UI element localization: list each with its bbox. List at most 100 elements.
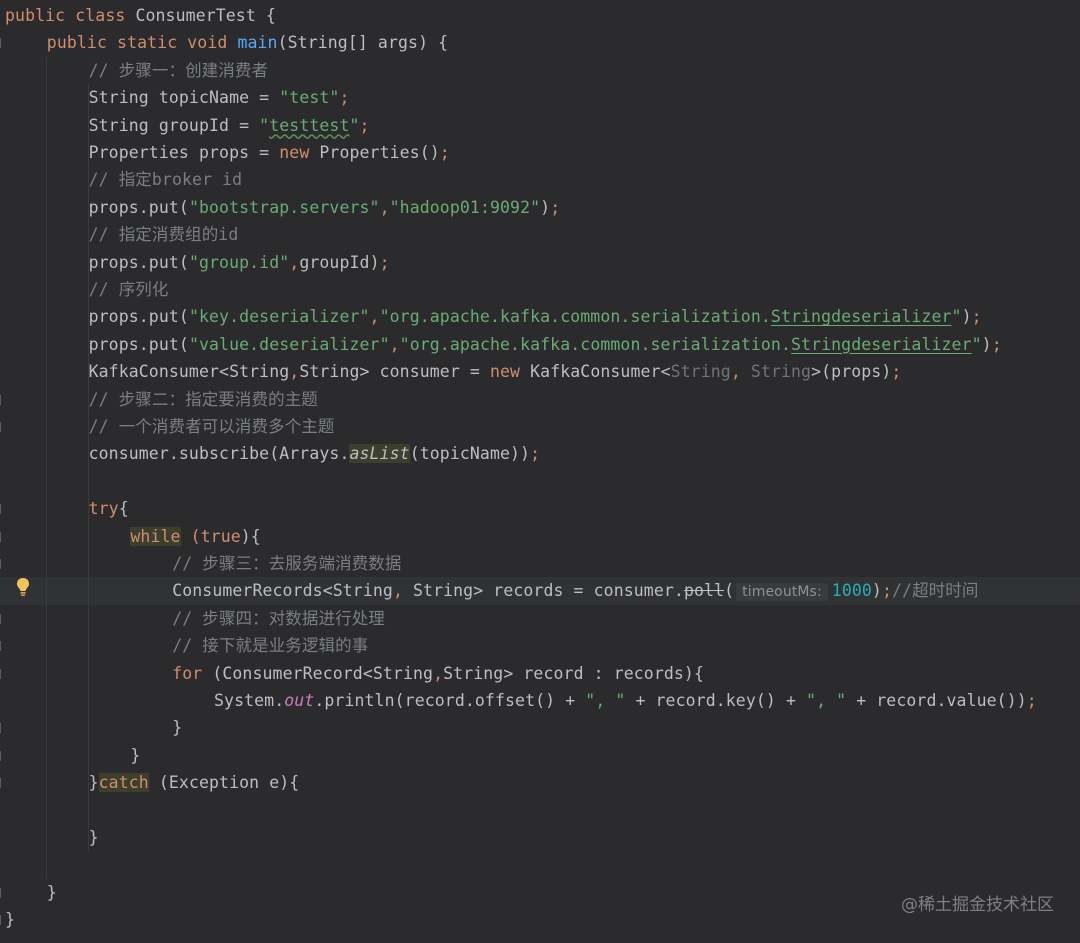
fold-marker[interactable] bbox=[0, 559, 5, 569]
code-line[interactable]: } bbox=[0, 742, 1080, 769]
code-line[interactable]: // 指定消费组的id bbox=[0, 221, 1080, 248]
fold-marker[interactable] bbox=[0, 504, 5, 515]
code-line[interactable]: } bbox=[0, 714, 1080, 741]
code-text: public static void main(String[] args) { bbox=[47, 29, 448, 56]
code-text: // 一个消费者可以消费多个主题 bbox=[89, 413, 335, 440]
code-line[interactable]: // 序列化 bbox=[0, 276, 1080, 303]
code-text: props.put("bootstrap.servers","hadoop01:… bbox=[89, 194, 561, 221]
fold-marker[interactable] bbox=[0, 750, 5, 761]
code-token: (topicName)) bbox=[409, 444, 531, 464]
code-text: // 步骤二：指定要消费的主题 bbox=[89, 386, 318, 413]
code-line[interactable]: // 指定broker id bbox=[0, 166, 1080, 193]
indent-guide bbox=[88, 84, 89, 852]
lightbulb-icon[interactable] bbox=[16, 577, 30, 597]
code-line[interactable]: props.put("key.deserializer","org.apache… bbox=[0, 303, 1080, 330]
code-line[interactable]: // 接下就是业务逻辑的事 bbox=[0, 632, 1080, 659]
watermark: @稀土掘金技术社区 bbox=[901, 895, 1054, 915]
code-line[interactable]: props.put("value.deserializer","org.apac… bbox=[0, 331, 1080, 358]
code-token: ) bbox=[871, 581, 882, 601]
code-line[interactable]: String topicName = "test"; bbox=[0, 84, 1080, 111]
fold-marker[interactable] bbox=[0, 641, 5, 652]
fold-marker[interactable] bbox=[0, 531, 5, 542]
code-token: "key.deserializer" bbox=[188, 307, 370, 327]
fold-marker[interactable] bbox=[0, 38, 5, 49]
code-editor[interactable]: public class ConsumerTest {public static… bbox=[0, 0, 1080, 943]
code-line[interactable]: }catch (Exception e){ bbox=[0, 769, 1080, 796]
code-line[interactable]: props.put("group.id",groupId); bbox=[0, 249, 1080, 276]
fold-marker[interactable] bbox=[0, 613, 5, 624]
code-line[interactable] bbox=[0, 851, 1080, 878]
code-text: // 步骤三：去服务端消费数据 bbox=[172, 550, 401, 577]
code-token: } bbox=[46, 882, 57, 902]
code-token: ConsumerRecords<String bbox=[172, 581, 393, 601]
code-line[interactable]: Properties props = new Properties(); bbox=[0, 139, 1080, 166]
code-text: // 步骤四：对数据进行处理 bbox=[172, 605, 385, 632]
code-token: groupId) bbox=[299, 252, 380, 272]
code-line[interactable]: ConsumerRecords<String, String> records … bbox=[0, 577, 1080, 605]
code-line[interactable] bbox=[0, 468, 1080, 495]
code-line[interactable]: KafkaConsumer<String,String> consumer = … bbox=[0, 358, 1080, 385]
code-token: } bbox=[5, 910, 16, 930]
code-token: String groupId = bbox=[88, 115, 260, 135]
code-text: // 步骤一：创建消费者 bbox=[89, 57, 269, 84]
code-token: "bootstrap.servers" bbox=[188, 197, 380, 217]
fold-marker[interactable] bbox=[0, 915, 5, 926]
code-token: // 一个消费者可以消费多个主题 bbox=[88, 417, 335, 436]
code-line[interactable]: public class ConsumerTest { bbox=[0, 2, 1080, 29]
code-token: // 指定消费组的id bbox=[88, 225, 239, 245]
fold-marker[interactable] bbox=[0, 887, 5, 898]
fold-marker[interactable] bbox=[0, 668, 5, 679]
code-line[interactable]: String groupId = "testtest"; bbox=[0, 112, 1080, 139]
code-text: props.put("value.deserializer","org.apac… bbox=[89, 331, 1002, 358]
code-token: , bbox=[289, 362, 300, 382]
fold-marker[interactable] bbox=[0, 723, 5, 734]
code-token: "group.id" bbox=[188, 252, 290, 272]
code-line[interactable]: } bbox=[0, 824, 1080, 851]
code-line[interactable]: try{ bbox=[0, 495, 1080, 522]
code-token: public static void bbox=[46, 33, 238, 53]
fold-marker[interactable] bbox=[0, 778, 5, 789]
code-token: //超时时间 bbox=[892, 581, 979, 601]
code-text: props.put("group.id",groupId); bbox=[89, 249, 390, 276]
code-line[interactable]: props.put("bootstrap.servers","hadoop01:… bbox=[0, 194, 1080, 221]
code-text: } bbox=[89, 824, 99, 851]
code-token: // 步骤四：对数据进行处理 bbox=[172, 608, 385, 628]
code-token: ; bbox=[891, 362, 902, 382]
code-line[interactable]: while (true){ bbox=[0, 523, 1080, 550]
code-token: "value.deserializer" bbox=[188, 334, 390, 354]
code-token: , bbox=[730, 362, 751, 382]
code-line[interactable]: // 一个消费者可以消费多个主题 bbox=[0, 413, 1080, 440]
code-token: String> consumer = bbox=[299, 362, 490, 382]
code-token: ) bbox=[540, 197, 551, 217]
code-text: // 序列化 bbox=[89, 276, 169, 303]
code-text: } bbox=[172, 714, 182, 741]
code-token: // 步骤三：去服务端消费数据 bbox=[172, 554, 402, 573]
fold-marker[interactable] bbox=[0, 394, 5, 405]
code-token: "hadoop01:9092" bbox=[389, 197, 541, 217]
code-token: Properties props = bbox=[88, 143, 280, 162]
code-text: } bbox=[5, 906, 15, 933]
code-text: for (ConsumerRecord<String,String> recor… bbox=[172, 660, 704, 687]
code-token: props.put( bbox=[88, 334, 189, 354]
code-line[interactable] bbox=[0, 797, 1080, 824]
code-line[interactable]: // 步骤四：对数据进行处理 bbox=[0, 605, 1080, 632]
code-line[interactable]: // 步骤一：创建消费者 bbox=[0, 57, 1080, 84]
code-token: ( bbox=[724, 581, 735, 601]
code-line[interactable]: public static void main(String[] args) { bbox=[0, 29, 1080, 56]
code-line[interactable]: consumer.subscribe(Arrays.asList(topicNa… bbox=[0, 440, 1080, 467]
code-line[interactable]: for (ConsumerRecord<String,String> recor… bbox=[0, 660, 1080, 687]
code-token: while bbox=[130, 526, 181, 546]
code-text: // 指定消费组的id bbox=[89, 221, 239, 248]
code-line[interactable]: System.out.println(record.offset() + ", … bbox=[0, 687, 1080, 714]
code-token: ConsumerTest { bbox=[135, 6, 276, 25]
code-line[interactable]: // 步骤三：去服务端消费数据 bbox=[0, 550, 1080, 577]
code-token: testtest bbox=[269, 115, 350, 135]
fold-marker[interactable] bbox=[0, 422, 5, 432]
code-token: , bbox=[433, 663, 444, 683]
code-text: try{ bbox=[89, 495, 129, 522]
indent-guide bbox=[46, 56, 47, 879]
code-token: // 接下就是业务逻辑的事 bbox=[172, 636, 369, 656]
code-text: consumer.subscribe(Arrays.asList(topicNa… bbox=[89, 440, 541, 467]
code-token: ; bbox=[379, 252, 390, 272]
code-line[interactable]: // 步骤二：指定要消费的主题 bbox=[0, 386, 1080, 413]
